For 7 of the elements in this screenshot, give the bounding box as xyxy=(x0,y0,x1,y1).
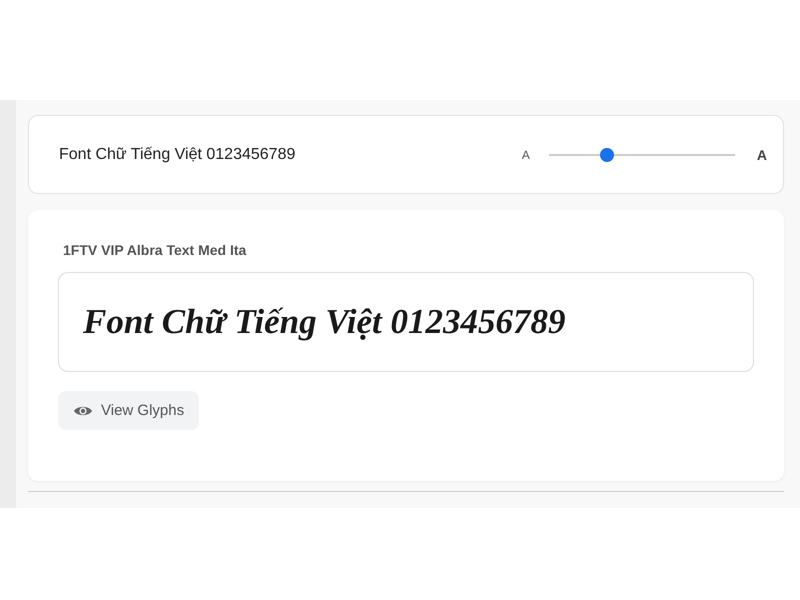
slider-thumb[interactable] xyxy=(600,148,614,162)
small-size-label: A xyxy=(522,148,530,162)
view-glyphs-button[interactable]: View Glyphs xyxy=(58,391,200,430)
font-preview-box[interactable]: Font Chữ Tiếng Việt 0123456789 xyxy=(58,272,754,372)
large-size-label: A xyxy=(756,146,767,162)
sample-text-field[interactable]: Font Chữ Tiếng Việt 0123456789 xyxy=(59,146,522,164)
font-name: 1FTV VIP Albra Text Med Ita xyxy=(63,242,248,260)
